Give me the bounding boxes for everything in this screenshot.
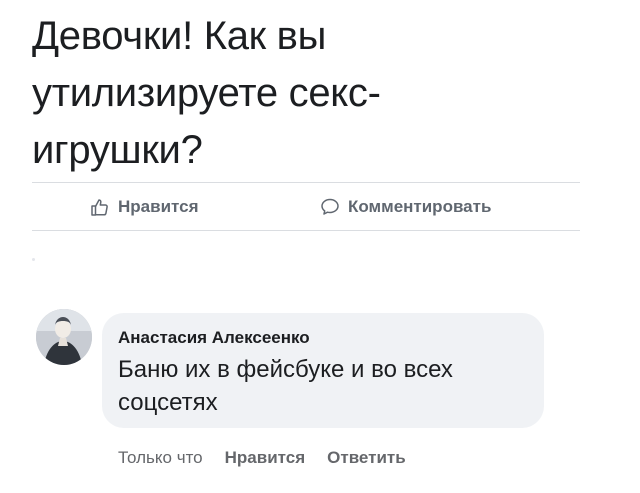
comment-text: Баню их в фейсбуке и во всех соцсетях bbox=[118, 353, 526, 419]
comment-button[interactable]: Комментировать bbox=[320, 197, 491, 217]
like-button-label: Нравится bbox=[118, 197, 199, 216]
divider-top bbox=[32, 182, 580, 183]
post-text-line: игрушки? bbox=[32, 128, 203, 172]
decorative-dot bbox=[32, 258, 35, 261]
post-text-line: Девочки! Как вы bbox=[32, 14, 327, 58]
post-text-line: утилизируете секс- bbox=[32, 71, 381, 115]
comment-reply-link[interactable]: Ответить bbox=[327, 447, 406, 469]
like-button[interactable]: Нравится bbox=[90, 197, 199, 217]
comment-bubble: Анастасия Алексеенко Баню их в фейсбуке … bbox=[102, 313, 544, 428]
post-text: Девочки! Как вы утилизируете секс- игруш… bbox=[32, 8, 592, 179]
avatar[interactable] bbox=[36, 309, 92, 365]
comment-text-line: Баню их в фейсбуке и во всех bbox=[118, 356, 453, 383]
comment-button-label: Комментировать bbox=[348, 197, 492, 216]
comment-meta: Только что Нравится Ответить bbox=[118, 447, 406, 469]
comment-text-line: соцсетях bbox=[118, 389, 218, 416]
comment-author[interactable]: Анастасия Алексеенко bbox=[118, 327, 526, 349]
comment-like-link[interactable]: Нравится bbox=[225, 447, 306, 469]
speech-bubble-icon bbox=[320, 197, 340, 217]
post-actions-bar: Нравится Комментировать bbox=[32, 186, 580, 228]
divider-bottom bbox=[32, 230, 580, 231]
thumbs-up-icon bbox=[90, 197, 110, 217]
comment-timestamp[interactable]: Только что bbox=[118, 447, 203, 469]
